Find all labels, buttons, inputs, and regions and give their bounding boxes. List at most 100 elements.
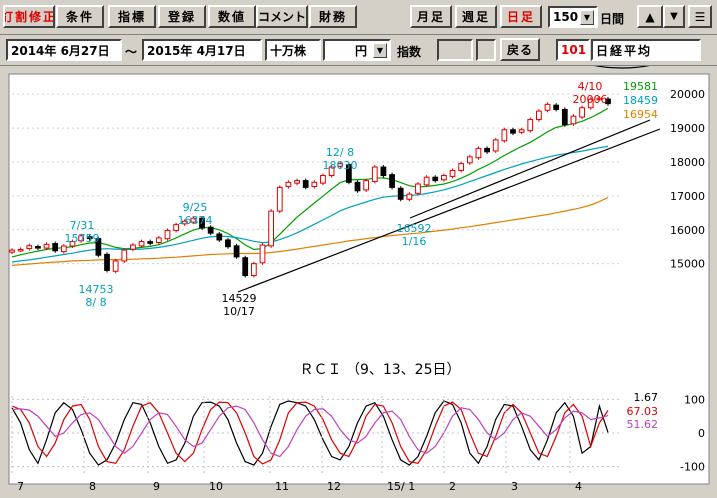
- range-tilde: ～: [125, 45, 138, 59]
- y-tick-label: 16000: [670, 224, 705, 237]
- weekly-button[interactable]: 週足: [455, 5, 497, 28]
- price-annotation: 16592: [397, 222, 432, 235]
- toolbar: 訂割修正 条件 指標 登録 数値 コメント 財務 月足 週足 日足 150 ▼ …: [0, 0, 717, 35]
- indicator-button[interactable]: 指標: [108, 5, 156, 28]
- candle-body: [389, 174, 395, 188]
- price-annotation: 10/17: [223, 305, 255, 318]
- candle-body: [458, 163, 465, 171]
- candle-body: [570, 115, 577, 125]
- candle-body: [544, 103, 551, 111]
- date-to-field[interactable]: 2015年 4月17日: [142, 39, 262, 61]
- candle-body: [415, 183, 421, 194]
- candle: [242, 255, 249, 278]
- index-field-2[interactable]: [476, 39, 496, 61]
- candle-body: [484, 147, 490, 153]
- candle: [380, 165, 387, 178]
- up-arrow-icon[interactable]: ▲: [637, 5, 663, 28]
- candle: [164, 228, 171, 241]
- month-tick-label: 12: [327, 480, 341, 493]
- candle: [259, 242, 266, 265]
- y-tick-label: 18000: [670, 156, 705, 169]
- candle: [250, 261, 257, 278]
- y-tick-label: 17000: [670, 190, 705, 203]
- candle-body: [441, 175, 447, 181]
- currency-select[interactable]: 円 ▼: [323, 39, 391, 61]
- monthly-button[interactable]: 月足: [410, 5, 452, 28]
- index-field-1[interactable]: [437, 39, 473, 61]
- code-field[interactable]: 101: [556, 39, 590, 61]
- comment-button[interactable]: コメント: [256, 5, 308, 28]
- candle-body: [294, 180, 300, 184]
- candle-body: [510, 129, 516, 134]
- rci-tick-label: 100: [684, 393, 705, 406]
- candle: [225, 237, 231, 249]
- bars-unit-label: 日間: [600, 12, 625, 26]
- candle-body: [26, 245, 33, 250]
- candle-body: [121, 249, 128, 262]
- candle: [320, 173, 326, 186]
- bars-count-value: 150: [553, 10, 579, 24]
- chart-background: [8, 73, 710, 485]
- chevron-down-icon[interactable]: ▼: [373, 43, 387, 58]
- chevron-down-icon[interactable]: ▼: [580, 10, 594, 25]
- candle-body: [432, 176, 439, 182]
- candle-body: [207, 226, 214, 234]
- financials-button[interactable]: 財務: [309, 5, 357, 28]
- candle-body: [112, 260, 119, 272]
- candle-body: [130, 244, 136, 250]
- month-tick-label: 4: [575, 480, 582, 493]
- price-annotation: 7/31: [70, 219, 95, 232]
- month-tick-label: 9: [153, 480, 160, 493]
- candle: [536, 109, 542, 122]
- candle-body: [302, 180, 309, 188]
- candle-body: [43, 243, 50, 249]
- month-tick-label: 10: [209, 480, 223, 493]
- candle: [561, 107, 568, 127]
- price-annotation: 20006: [573, 93, 608, 106]
- adjust-split-button[interactable]: 訂割修正: [3, 5, 55, 28]
- candle-body: [466, 156, 473, 164]
- menu-icon[interactable]: ☰: [688, 5, 712, 28]
- candle-body: [233, 245, 240, 258]
- candle-body: [147, 241, 154, 244]
- values-button[interactable]: 数値: [208, 5, 256, 28]
- candle-body: [397, 187, 404, 200]
- down-triangle-icon[interactable]: ▼: [663, 5, 685, 28]
- candle-body: [104, 253, 110, 271]
- candle-body: [354, 181, 361, 192]
- month-tick-label: 3: [511, 480, 518, 493]
- candle-body: [311, 181, 318, 188]
- candle-body: [553, 104, 560, 110]
- candle: [492, 137, 499, 153]
- candle-body: [9, 249, 15, 253]
- price-annotation: 4/10: [578, 80, 603, 93]
- candle-body: [268, 210, 275, 247]
- range-bar: 2014年 6月27日 ～ 2015年 4月17日 十万株 円 ▼ 指数 戻る …: [0, 35, 717, 66]
- condition-button[interactable]: 条件: [56, 5, 104, 28]
- daily-button[interactable]: 日足: [500, 5, 542, 28]
- month-tick-label: 8: [89, 480, 96, 493]
- candle: [371, 165, 378, 184]
- month-tick-label: 2: [449, 480, 456, 493]
- candle-body: [449, 169, 456, 177]
- back-button[interactable]: 戻る: [500, 38, 540, 61]
- register-button[interactable]: 登録: [158, 5, 206, 28]
- candle: [389, 172, 395, 190]
- price-annotation: 1/16: [402, 235, 427, 248]
- candle: [570, 114, 577, 126]
- candle-body: [60, 245, 67, 253]
- candle-body: [518, 129, 525, 133]
- volume-unit-field[interactable]: 十万株: [265, 39, 321, 61]
- candle: [423, 175, 430, 187]
- candle-body: [242, 257, 249, 277]
- date-from-field[interactable]: 2014年 6月27日: [6, 39, 122, 61]
- y-tick-label: 15000: [670, 258, 705, 271]
- chart-area: 7/3115759 147538/ 8 9/2516374 1452910/17 12/…: [0, 66, 717, 498]
- price-annotation: 14529: [222, 292, 257, 305]
- candle: [302, 178, 309, 190]
- bars-count-select[interactable]: 150 ▼: [548, 6, 598, 28]
- candle-body: [155, 237, 162, 243]
- month-tick-label: 7: [17, 480, 24, 493]
- candle: [233, 243, 240, 259]
- name-field[interactable]: 日経平均: [591, 39, 701, 61]
